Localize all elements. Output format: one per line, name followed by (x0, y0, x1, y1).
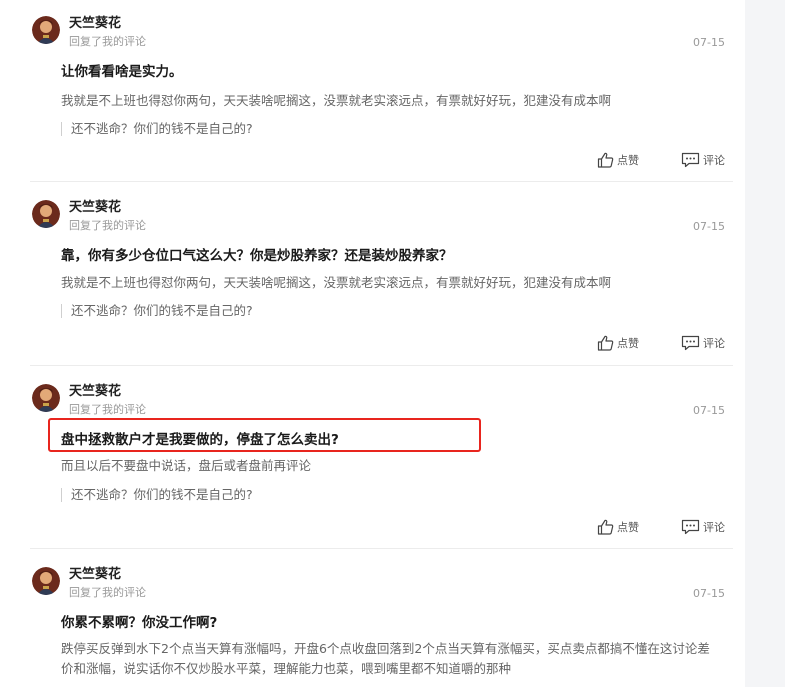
reply-text: 靠，你有多少仓位口气这么大？你是炒股养家？还是装炒股养家？ (61, 248, 453, 264)
thumbs-up-icon (597, 335, 614, 351)
quoted-comment: 我就是不上班也得怼你两句，天天装啥呢搁这，没票就老实滚远点，有票就好好玩，犯建没… (61, 275, 612, 290)
like-label: 点赞 (617, 154, 639, 167)
quoted-comment: 跌停买反弹到水下2个点当天算有涨幅吗，开盘6个点收盘回落到2个点当天算有涨幅买，… (61, 641, 710, 676)
quoted-comment: 我就是不上班也得怼你两句，天天装啥呢搁这，没票就老实滚远点，有票就好好玩，犯建没… (61, 93, 612, 108)
timestamp: 07-15 (693, 220, 725, 233)
reply-text: 让你看看啥是实力。 (61, 64, 183, 80)
reply-text: 你累不累啊？你没工作啊? (61, 615, 218, 631)
comment-button[interactable]: 评论 (681, 152, 725, 168)
comment-item: 天竺葵花 回复了我的评论 07-15 你累不累啊？你没工作啊? 跌停买反弹到水下… (30, 567, 733, 687)
divider (30, 548, 733, 549)
comment-bubble-icon (681, 335, 700, 351)
comment-item: 天竺葵花 回复了我的评论 07-15 靠，你有多少仓位口气这么大？你是炒股养家？… (30, 200, 733, 360)
action-bar: 点赞 评论 (597, 334, 725, 352)
comment-bubble-icon (681, 152, 700, 168)
divider (30, 365, 733, 366)
original-comment: 还不逃命？你们的钱不是自己的? (61, 121, 253, 137)
divider (30, 181, 733, 182)
avatar[interactable] (32, 567, 60, 595)
quoted-comment: 而且以后不要盘中说话，盘后或者盘前再评论 (61, 458, 312, 473)
timestamp: 07-15 (693, 587, 725, 600)
avatar[interactable] (32, 200, 60, 228)
like-button[interactable]: 点赞 (597, 519, 639, 535)
like-label: 点赞 (617, 521, 639, 534)
nickname[interactable]: 天竺葵花 (69, 384, 121, 400)
like-button[interactable]: 点赞 (597, 335, 639, 351)
comment-label: 评论 (703, 337, 725, 350)
reply-subtitle: 回复了我的评论 (69, 586, 146, 599)
comment-bubble-icon (681, 519, 700, 535)
timestamp: 07-15 (693, 404, 725, 417)
comment-button[interactable]: 评论 (681, 335, 725, 351)
thumbs-up-icon (597, 152, 614, 168)
highlight-annotation (48, 418, 481, 452)
comment-item: 天竺葵花 回复了我的评论 07-15 让你看看啥是实力。 我就是不上班也得怼你两… (30, 16, 733, 176)
reply-subtitle: 回复了我的评论 (69, 219, 146, 232)
action-bar: 点赞 评论 (597, 151, 725, 169)
like-label: 点赞 (617, 337, 639, 350)
comment-label: 评论 (703, 521, 725, 534)
original-comment: 还不逃命？你们的钱不是自己的? (61, 303, 253, 319)
nickname[interactable]: 天竺葵花 (69, 200, 121, 216)
comment-button[interactable]: 评论 (681, 519, 725, 535)
like-button[interactable]: 点赞 (597, 152, 639, 168)
action-bar: 点赞 评论 (597, 518, 725, 536)
timestamp: 07-15 (693, 36, 725, 49)
original-comment: 还不逃命？你们的钱不是自己的? (61, 487, 253, 503)
side-panel (745, 0, 785, 687)
notification-list: 天竺葵花 回复了我的评论 07-15 让你看看啥是实力。 我就是不上班也得怼你两… (0, 0, 745, 687)
comment-item: 天竺葵花 回复了我的评论 07-15 盘中拯救散户才是我要做的，停盘了怎么卖出?… (30, 384, 733, 544)
reply-subtitle: 回复了我的评论 (69, 35, 146, 48)
nickname[interactable]: 天竺葵花 (69, 567, 121, 583)
avatar[interactable] (32, 16, 60, 44)
reply-subtitle: 回复了我的评论 (69, 403, 146, 416)
thumbs-up-icon (597, 519, 614, 535)
nickname[interactable]: 天竺葵花 (69, 16, 121, 32)
avatar[interactable] (32, 384, 60, 412)
comment-label: 评论 (703, 154, 725, 167)
